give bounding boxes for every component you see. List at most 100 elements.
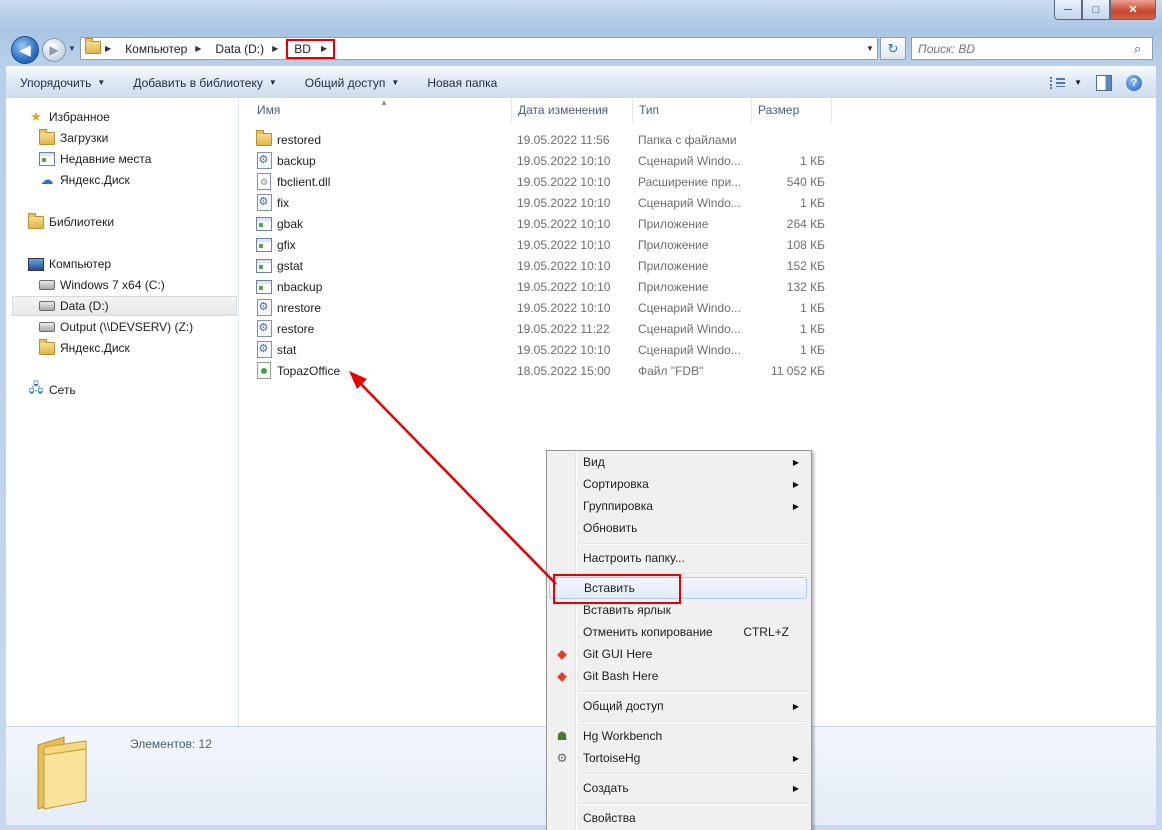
menu-item-sort[interactable]: Сортировка ▶ — [549, 473, 807, 495]
organize-button[interactable]: Упорядочить ▼ — [6, 71, 119, 95]
yandex-disk-folder-icon — [39, 338, 55, 356]
nav-drive-c[interactable]: Windows 7 x64 (C:) — [39, 275, 165, 295]
file-name: TopazOffice — [277, 363, 341, 378]
file-row[interactable]: backup19.05.2022 10:10Сценарий Windo...1… — [239, 150, 839, 171]
computer-icon — [28, 256, 44, 272]
close-button[interactable]: ✕ — [1110, 0, 1156, 20]
menu-item-group[interactable]: Группировка ▶ — [549, 495, 807, 517]
file-name: gfix — [277, 237, 296, 252]
menu-item-properties[interactable]: Свойства — [549, 807, 807, 829]
column-header-type[interactable]: Тип — [633, 98, 752, 122]
file-row[interactable]: stat19.05.2022 10:10Сценарий Windo...1 К… — [239, 339, 839, 360]
sort-ascending-icon: ▲ — [380, 98, 388, 107]
nav-favorites[interactable]: ★ Избранное — [28, 107, 110, 127]
file-row[interactable]: TopazOffice 18.05.2022 15:00 Файл "FDB" 11 … — [239, 360, 839, 381]
column-label: Тип — [639, 103, 660, 117]
add-to-library-button[interactable]: Добавить в библиотеку ▼ — [119, 71, 290, 95]
tortoisehg-icon: ⚙ — [556, 751, 568, 765]
file-type: Приложение — [638, 258, 709, 273]
back-button[interactable]: ◀ — [11, 36, 39, 64]
file-row[interactable]: nbackup 19.05.2022 10:10 Приложение 132 КБ — [239, 276, 839, 297]
file-row[interactable]: restore19.05.2022 11:22Сценарий Windo...… — [239, 318, 839, 339]
file-name-cell[interactable]: TopazOffice — [256, 360, 340, 381]
file-name-cell[interactable]: gfix — [256, 234, 296, 255]
file-row[interactable]: fix19.05.2022 10:10Сценарий Windo...1 КБ — [239, 192, 839, 213]
script-icon — [256, 341, 272, 358]
maximize-button[interactable]: □ — [1082, 0, 1110, 20]
nav-libraries[interactable]: Библиотеки — [28, 212, 114, 232]
menu-separator — [579, 543, 807, 545]
nav-downloads[interactable]: Загрузки — [39, 128, 108, 148]
address-bar[interactable]: ▶ Компьютер ▶ Data (D:) ▶ BD ▶ ▼ — [80, 37, 878, 60]
address-dropdown-icon[interactable]: ▼ — [863, 44, 877, 53]
drive-icon — [39, 298, 55, 314]
nav-network[interactable]: 🖧 Сеть — [28, 380, 76, 400]
file-type: Приложение — [638, 279, 709, 294]
file-name-cell[interactable]: backup — [256, 150, 316, 171]
nav-yandex-disk-favorite[interactable]: ☁ Яндекс.Диск — [39, 170, 130, 190]
file-size: 1 КБ — [800, 342, 825, 357]
file-name-cell[interactable]: fbclient.dll — [256, 171, 330, 192]
menu-item-hg-workbench[interactable]: ☗ Hg Workbench — [549, 725, 807, 747]
forward-button[interactable]: ▶ — [42, 38, 66, 62]
item-count: Элементов: 12 — [130, 737, 212, 751]
share-button[interactable]: Общий доступ ▼ — [291, 71, 414, 95]
nav-drive-z[interactable]: Output (\\DEVSERV) (Z:) — [39, 317, 193, 337]
preview-pane-icon[interactable] — [1096, 74, 1112, 91]
file-name-cell[interactable]: nbackup — [256, 276, 322, 297]
windows-drive-icon — [39, 277, 55, 293]
breadcrumb-drive-d[interactable]: Data (D:) ▶ — [211, 39, 282, 58]
menu-item-git-bash[interactable]: ◆ Git Bash Here — [549, 665, 807, 687]
column-header-size[interactable]: Размер — [752, 98, 832, 122]
file-size: 264 КБ — [786, 216, 825, 231]
network-icon: 🖧 — [28, 380, 44, 395]
nav-computer[interactable]: Компьютер — [28, 254, 111, 274]
file-row[interactable]: gfix 19.05.2022 10:10 Приложение 108 КБ — [239, 234, 839, 255]
new-folder-button[interactable]: Новая папка — [413, 71, 511, 95]
file-row[interactable]: nrestore19.05.2022 10:10Сценарий Windo..… — [239, 297, 839, 318]
nav-label: Сеть — [49, 383, 76, 397]
menu-item-tortoisehg[interactable]: ⚙ TortoiseHg ▶ — [549, 747, 807, 769]
file-name-cell[interactable]: nrestore — [256, 297, 321, 318]
breadcrumb-bd[interactable]: BD ▶ — [286, 38, 336, 59]
view-options-chevron-icon[interactable]: ▼ — [1074, 78, 1082, 87]
search-icon[interactable]: ⌕ — [1134, 41, 1152, 57]
file-date: 19.05.2022 10:10 — [517, 237, 611, 252]
nav-yandex-disk-computer[interactable]: Яндекс.Диск — [39, 338, 130, 358]
breadcrumb-computer[interactable]: Компьютер ▶ — [121, 39, 211, 58]
menu-item-share[interactable]: Общий доступ ▶ — [549, 695, 807, 717]
change-view-icon[interactable] — [1050, 76, 1068, 89]
menu-item-refresh[interactable]: Обновить — [549, 517, 807, 539]
file-name-cell[interactable]: restored — [256, 129, 321, 150]
dll-icon — [256, 173, 272, 190]
menu-item-view[interactable]: Вид ▶ — [549, 451, 807, 473]
file-date: 19.05.2022 10:10 — [517, 153, 611, 168]
file-size — [719, 129, 825, 150]
file-name-cell[interactable]: gstat — [256, 255, 303, 276]
column-header-date[interactable]: Дата изменения — [512, 98, 633, 122]
file-row[interactable]: gbak 19.05.2022 10:10 Приложение 264 КБ — [239, 213, 839, 234]
refresh-button[interactable]: ↻ — [880, 37, 906, 60]
breadcrumb-root-arrow[interactable]: ▶ — [101, 39, 121, 58]
hg-workbench-icon: ☗ — [556, 729, 568, 743]
file-row[interactable]: restored 19.05.2022 11:56 Папка с файлами — [239, 129, 839, 150]
file-name-cell[interactable]: fix — [256, 192, 289, 213]
file-row[interactable]: fbclient.dll19.05.2022 10:10Расширение п… — [239, 171, 839, 192]
file-name-cell[interactable]: restore — [256, 318, 314, 339]
app-icon — [256, 216, 272, 232]
menu-item-customize-folder[interactable]: Настроить папку... — [549, 547, 807, 569]
help-icon[interactable]: ? — [1126, 74, 1142, 91]
nav-drive-d[interactable]: Data (D:) — [12, 296, 237, 316]
menu-item-git-gui[interactable]: ◆ Git GUI Here — [549, 643, 807, 665]
search-box[interactable]: ⌕ — [911, 37, 1153, 60]
search-input[interactable] — [912, 40, 1134, 57]
menu-item-undo-copy[interactable]: Отменить копирование CTRL+Z — [549, 621, 807, 643]
menu-item-create[interactable]: Создать ▶ — [549, 777, 807, 799]
recent-pages-dropdown[interactable]: ▼ — [68, 44, 76, 53]
file-type: Приложение — [638, 237, 709, 252]
file-row[interactable]: gstat 19.05.2022 10:10 Приложение 152 КБ — [239, 255, 839, 276]
file-name-cell[interactable]: gbak — [256, 213, 303, 234]
nav-recent-places[interactable]: Недавние места — [39, 149, 151, 169]
file-name-cell[interactable]: stat — [256, 339, 296, 360]
minimize-button[interactable]: ─ — [1054, 0, 1082, 20]
